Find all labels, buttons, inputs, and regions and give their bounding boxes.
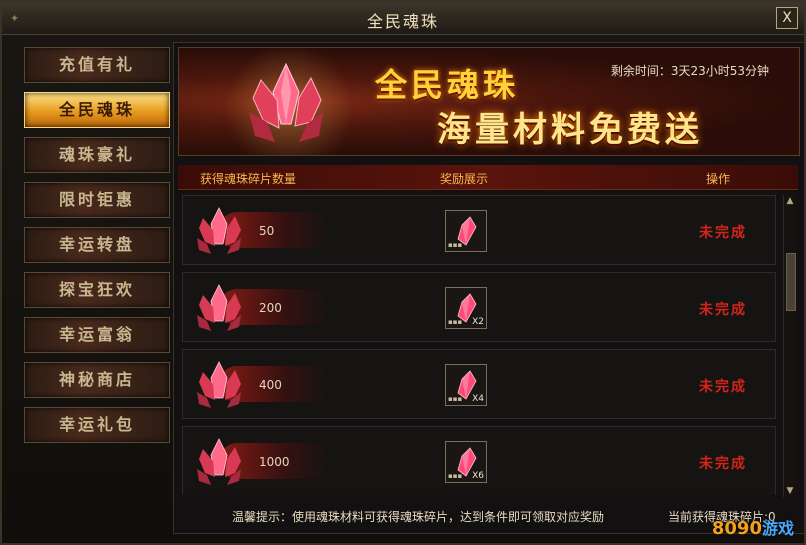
item-corner-icon: ▪▪▪ — [448, 472, 463, 480]
sidebar-item-soul-orb[interactable]: 全民魂珠 — [24, 92, 170, 128]
main-panel: 全民魂珠 海量材料免费送 剩余时间：3天23小时53分钟 获得魂珠碎片数量 奖励… — [173, 42, 805, 534]
banner-subtitle: 海量材料免费送 — [437, 110, 703, 150]
site-watermark: 8090游戏 — [712, 515, 794, 539]
hint-text: 温馨提示：使用魂珠材料可获得魂珠碎片，达到条件即可领取对应奖励 — [232, 510, 605, 524]
header-reward: 奖励展示 — [440, 172, 489, 186]
reward-item-slot[interactable]: ▪▪▪ — [445, 210, 487, 252]
required-quantity: 50 — [259, 224, 275, 238]
sidebar: 充值有礼 全民魂珠 魂珠豪礼 限时钜惠 幸运转盘 探宝狂欢 幸运富翁 神秘商店 … — [24, 47, 172, 447]
sidebar-item-soul-gift[interactable]: 魂珠豪礼 — [24, 137, 170, 173]
required-quantity: 200 — [259, 301, 282, 315]
table-header: 获得魂珠碎片数量 奖励展示 操作 — [178, 165, 798, 190]
soul-crystal-icon — [197, 284, 241, 331]
soul-crystal-icon — [197, 361, 241, 408]
sidebar-item-treasure-hunt[interactable]: 探宝狂欢 — [24, 272, 170, 308]
sidebar-item-lucky-wheel[interactable]: 幸运转盘 — [24, 227, 170, 263]
table-row: 50 ▪▪▪ 未完成 — [182, 195, 776, 265]
table-row: 400 ▪▪▪ X4 未完成 — [182, 349, 776, 419]
scroll-thumb[interactable] — [786, 253, 796, 311]
soul-crystal-icon — [197, 438, 241, 485]
sidebar-item-lucky-rich[interactable]: 幸运富翁 — [24, 317, 170, 353]
reward-multiplier: X2 — [472, 317, 484, 327]
status-label: 未完成 — [699, 456, 747, 472]
title-bar: ✦ 全民魂珠 X — [2, 2, 804, 35]
sidebar-item-mystery-shop[interactable]: 神秘商店 — [24, 362, 170, 398]
scroll-up-icon[interactable]: ▲ — [784, 195, 796, 207]
reward-item-slot[interactable]: ▪▪▪ X4 — [445, 364, 487, 406]
required-quantity: 400 — [259, 378, 282, 392]
reward-multiplier: X6 — [472, 471, 484, 481]
scrollbar[interactable]: ▲ ▼ — [783, 195, 796, 497]
reward-list: 50 ▪▪▪ 未完成 200 ▪▪▪ X2 未完成 400 ▪▪▪ X4 未完成… — [182, 195, 776, 495]
header-quantity: 获得魂珠碎片数量 — [200, 172, 297, 186]
remaining-time: 剩余时间：3天23小时53分钟 — [610, 64, 769, 78]
watermark-brand: 8090 — [711, 518, 762, 539]
item-corner-icon: ▪▪▪ — [448, 241, 463, 249]
sidebar-item-recharge[interactable]: 充值有礼 — [24, 47, 170, 83]
banner-title: 全民魂珠 — [375, 66, 520, 104]
close-button[interactable]: X — [776, 7, 798, 29]
status-label: 未完成 — [699, 302, 747, 318]
watermark-suffix: 游戏 — [761, 519, 794, 538]
status-label: 未完成 — [699, 379, 747, 395]
table-row: 200 ▪▪▪ X2 未完成 — [182, 272, 776, 342]
event-banner: 全民魂珠 海量材料免费送 剩余时间：3天23小时53分钟 — [178, 47, 800, 156]
event-window: ✦ 全民魂珠 X 充值有礼 全民魂珠 魂珠豪礼 限时钜惠 幸运转盘 探宝狂欢 幸… — [0, 0, 806, 545]
soul-crystal-icon — [197, 207, 241, 254]
item-corner-icon: ▪▪▪ — [448, 395, 463, 403]
scroll-down-icon[interactable]: ▼ — [784, 485, 796, 497]
table-row: 1000 ▪▪▪ X6 未完成 — [182, 426, 776, 495]
reward-multiplier: X4 — [472, 394, 484, 404]
sidebar-item-limited-offer[interactable]: 限时钜惠 — [24, 182, 170, 218]
status-label: 未完成 — [699, 225, 747, 241]
item-corner-icon: ▪▪▪ — [448, 318, 463, 326]
reward-item-slot[interactable]: ▪▪▪ X6 — [445, 441, 487, 483]
header-action: 操作 — [706, 172, 731, 186]
sidebar-item-lucky-pack[interactable]: 幸运礼包 — [24, 407, 170, 443]
window-title: 全民魂珠 — [366, 12, 439, 31]
reward-item-slot[interactable]: ▪▪▪ X2 — [445, 287, 487, 329]
soul-crystal-icon — [249, 62, 323, 142]
required-quantity: 1000 — [259, 455, 290, 469]
